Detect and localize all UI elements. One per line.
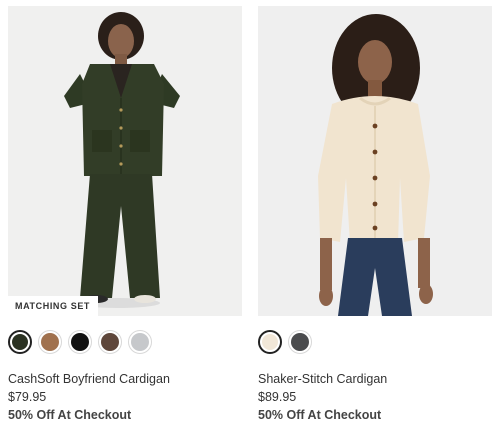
product-card-cashsoft-boyfriend-cardigan[interactable]: MATCHING SET CashSoft Boyfriend Cardigan… xyxy=(8,6,242,423)
promo-text: 50% Off At Checkout xyxy=(258,408,382,422)
swatch-light-grey-icon[interactable] xyxy=(128,330,152,354)
swatch-black-icon[interactable] xyxy=(68,330,92,354)
model-ivory-cardigan-image xyxy=(258,6,492,316)
product-name[interactable]: CashSoft Boyfriend Cardigan xyxy=(8,372,242,387)
color-swatches xyxy=(258,330,492,354)
swatch-dark-olive-icon[interactable] xyxy=(8,330,32,354)
swatch-ivory-icon[interactable] xyxy=(258,330,282,354)
swatch-brown-icon[interactable] xyxy=(98,330,122,354)
product-image[interactable]: MATCHING SET xyxy=(8,6,242,316)
swatch-camel-icon[interactable] xyxy=(38,330,62,354)
product-price: $79.95 xyxy=(8,390,47,404)
swatch-charcoal-icon[interactable] xyxy=(288,330,312,354)
promo-text: 50% Off At Checkout xyxy=(8,408,132,422)
color-swatches xyxy=(8,330,242,354)
model-olive-cardigan-image xyxy=(8,6,242,316)
matching-set-badge: MATCHING SET xyxy=(8,296,99,316)
product-card-shaker-stitch-cardigan[interactable]: Shaker-Stitch Cardigan $89.95 50% Off At… xyxy=(258,6,492,423)
product-name[interactable]: Shaker-Stitch Cardigan xyxy=(258,372,492,387)
product-price: $89.95 xyxy=(258,390,297,404)
product-image[interactable] xyxy=(258,6,492,316)
